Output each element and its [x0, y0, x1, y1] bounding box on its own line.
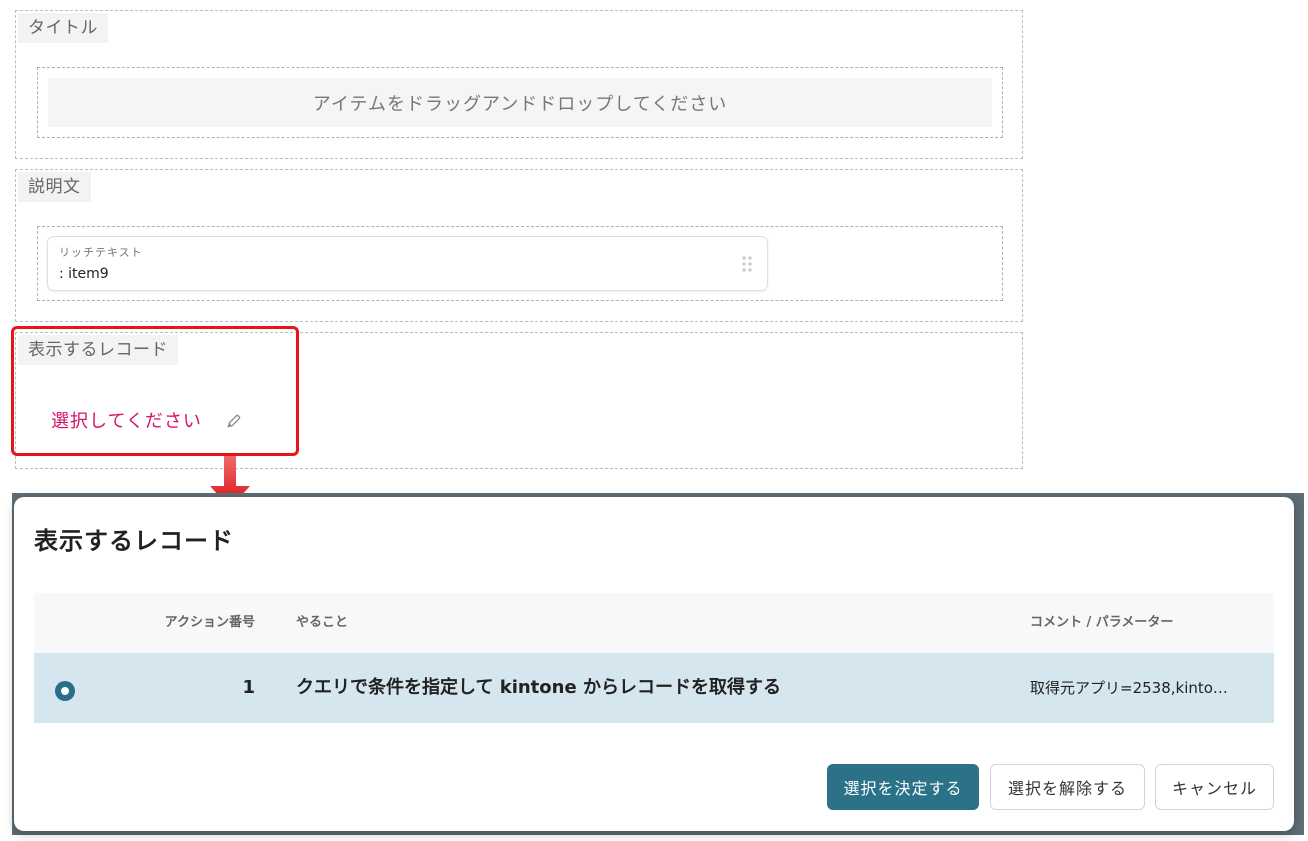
item-name-label: : item9	[59, 266, 109, 282]
record-select-dialog: 表示するレコード アクション番号 やること コメント / パラメーター 1 クエ…	[14, 497, 1294, 831]
pencil-icon[interactable]	[224, 413, 242, 431]
header-comment: コメント / パラメーター	[1030, 615, 1174, 630]
description-section: 説明文 リッチテキスト : item9	[15, 169, 1023, 322]
action-table: アクション番号 やること コメント / パラメーター 1 クエリで条件を指定して…	[34, 593, 1274, 723]
confirm-selection-button[interactable]: 選択を決定する	[827, 764, 979, 810]
description-section-label: 説明文	[18, 172, 91, 202]
select-records-link[interactable]: 選択してください	[51, 407, 202, 433]
row-comment: 取得元アプリ=2538,kinto…	[1030, 679, 1228, 697]
dialog-title: 表示するレコード	[34, 527, 234, 555]
clear-selection-button[interactable]: 選択を解除する	[990, 764, 1145, 810]
row-todo: クエリで条件を指定して kintone からレコードを取得する	[296, 677, 781, 698]
rich-text-item-card[interactable]: リッチテキスト : item9	[47, 236, 768, 291]
cancel-button[interactable]: キャンセル	[1155, 764, 1274, 810]
title-dropzone[interactable]: アイテムをドラッグアンドドロップしてください	[37, 67, 1003, 138]
header-action-number: アクション番号	[164, 615, 255, 630]
item-type-label: リッチテキスト	[59, 246, 143, 259]
dropzone-placeholder: アイテムをドラッグアンドドロップしてください	[48, 78, 992, 127]
header-todo: やること	[296, 615, 349, 630]
records-section: 表示するレコード 選択してください	[15, 332, 1023, 469]
records-section-label: 表示するレコード	[18, 335, 178, 365]
table-row[interactable]: 1 クエリで条件を指定して kintone からレコードを取得する 取得元アプリ…	[34, 653, 1274, 723]
row-action-number: 1	[242, 677, 255, 698]
title-section-label: タイトル	[18, 13, 108, 43]
title-section: タイトル アイテムをドラッグアンドドロップしてください	[15, 10, 1023, 159]
drag-handle-icon[interactable]	[741, 255, 753, 276]
table-header: アクション番号 やること コメント / パラメーター	[34, 593, 1274, 653]
description-dropzone[interactable]: リッチテキスト : item9	[37, 226, 1003, 301]
